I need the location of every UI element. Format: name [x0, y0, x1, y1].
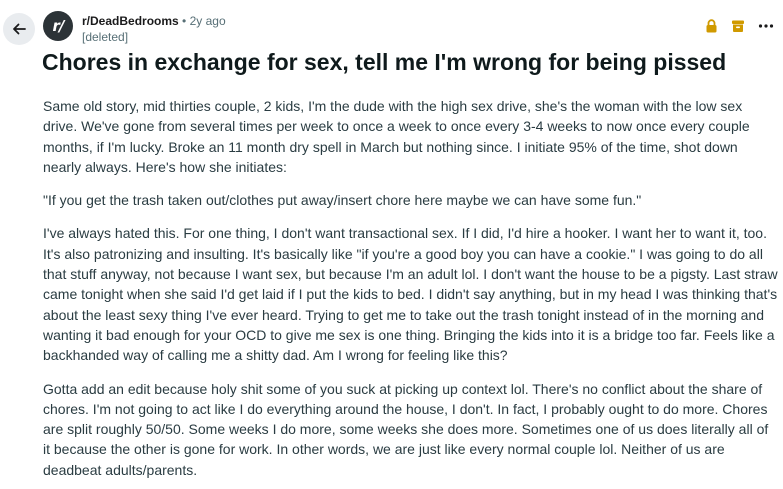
post-body: Same old story, mid thirties couple, 2 k…: [43, 96, 779, 489]
post-title[interactable]: Chores in exchange for sex, tell me I'm …: [42, 49, 726, 76]
post-paragraph: Same old story, mid thirties couple, 2 k…: [43, 98, 750, 175]
avatar-glyph: r/: [52, 17, 65, 35]
post-status-icons: [705, 19, 774, 33]
post-paragraph: Gotta add an edit because holy shit some…: [43, 380, 769, 478]
post-paragraph: "If you get the trash taken out/clothes …: [43, 192, 642, 209]
more-options-icon[interactable]: [758, 23, 774, 29]
post-paragraph: I've always hated this. For one thing, I…: [43, 225, 778, 364]
archive-icon: [732, 20, 744, 32]
arrow-left-icon: [13, 23, 26, 35]
post-author: [deleted]: [82, 30, 129, 44]
post-meta: r/DeadBedrooms • 2y ago [deleted]: [82, 13, 226, 45]
meta-top-line: r/DeadBedrooms • 2y ago: [82, 13, 226, 29]
lock-icon: [706, 19, 717, 33]
meta-separator: •: [182, 14, 187, 28]
post-age: 2y ago: [189, 14, 226, 28]
post-container: r/ r/DeadBedrooms • 2y ago [deleted] Cho…: [0, 0, 783, 489]
back-button[interactable]: [3, 13, 35, 45]
subreddit-avatar[interactable]: r/: [43, 11, 73, 41]
subreddit-link[interactable]: r/DeadBedrooms: [82, 14, 179, 28]
